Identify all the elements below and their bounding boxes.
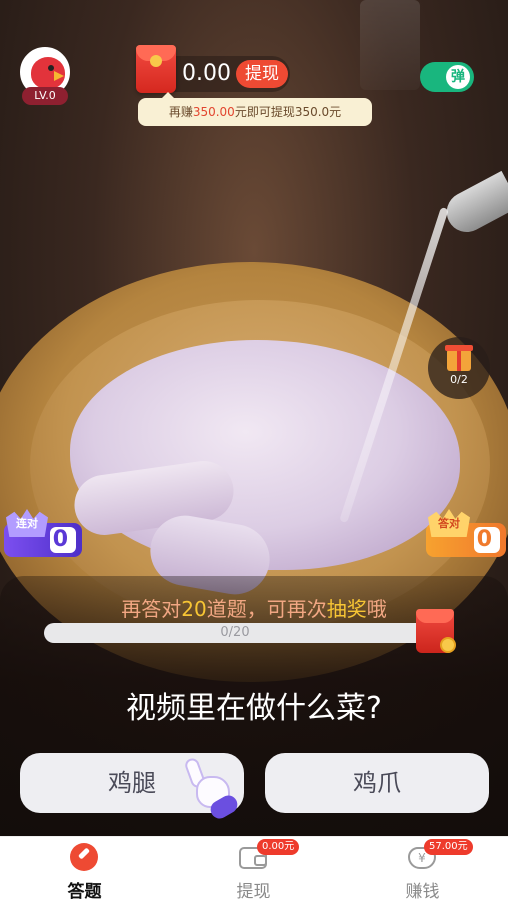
coin-icon	[150, 55, 162, 67]
withdraw-tip: 再赚350.00元即可提现350.0元	[138, 92, 372, 126]
nav-item-withdraw[interactable]: 0.00元 提现	[169, 837, 338, 902]
red-packet-icon[interactable]	[136, 45, 176, 93]
toggle-knob: 弹	[446, 65, 470, 89]
pencil-icon	[70, 843, 98, 871]
correct-label: 答对	[428, 509, 470, 537]
nav-label: 赚钱	[405, 882, 440, 902]
combo-value: 0	[52, 527, 68, 552]
gift-icon	[445, 345, 473, 371]
tip-suffix: 元即可提现350.0元	[234, 105, 342, 119]
tip-highlight: 350.00	[192, 105, 235, 119]
answer-option-2[interactable]: 鸡爪	[265, 753, 489, 813]
lottery-part1: 再答对	[121, 597, 182, 621]
nav-badge: 57.00元	[424, 839, 473, 855]
lottery-count: 20	[181, 597, 207, 621]
gift-button[interactable]: 0/2	[428, 337, 490, 399]
nav-badge: 0.00元	[257, 839, 300, 855]
nav-label: 提现	[236, 882, 271, 902]
reward-coin-icon	[440, 637, 456, 653]
level-badge: LV.0	[22, 87, 68, 105]
bird-beak	[54, 71, 64, 81]
progress-bar: 0/20	[44, 623, 426, 643]
reward-flap	[416, 609, 454, 623]
nav-label: 答题	[67, 882, 102, 902]
faucet	[439, 170, 508, 240]
pointing-hand-icon	[182, 756, 241, 822]
red-packet-reward-icon[interactable]	[416, 609, 456, 653]
nav-item-quiz[interactable]: 答题	[0, 837, 169, 902]
lottery-highlight: 抽奖	[326, 597, 367, 621]
lottery-part2: 道题，可再次	[206, 597, 327, 621]
tip-prefix: 再赚	[168, 105, 193, 119]
withdraw-button[interactable]: 提现	[236, 60, 288, 88]
glass-decor	[360, 0, 420, 90]
nav-item-earn[interactable]: ¥ 57.00元 赚钱	[338, 837, 507, 902]
question-text: 视频里在做什么菜?	[126, 691, 382, 726]
bottom-nav: 答题 0.00元 提现 ¥ 57.00元 赚钱	[0, 836, 508, 902]
combo-label: 连对	[6, 509, 48, 537]
combo-badge: 连对 0	[4, 509, 82, 557]
progress-text: 0/20	[220, 625, 250, 640]
correct-value: 0	[476, 527, 492, 552]
danmaku-toggle[interactable]: 弹	[420, 62, 474, 92]
correct-badge: 答对 0	[426, 509, 506, 557]
lottery-part3: 哦	[366, 597, 387, 621]
wallet-amount: 0.00	[182, 61, 231, 86]
gift-count: 0/2	[450, 373, 468, 386]
